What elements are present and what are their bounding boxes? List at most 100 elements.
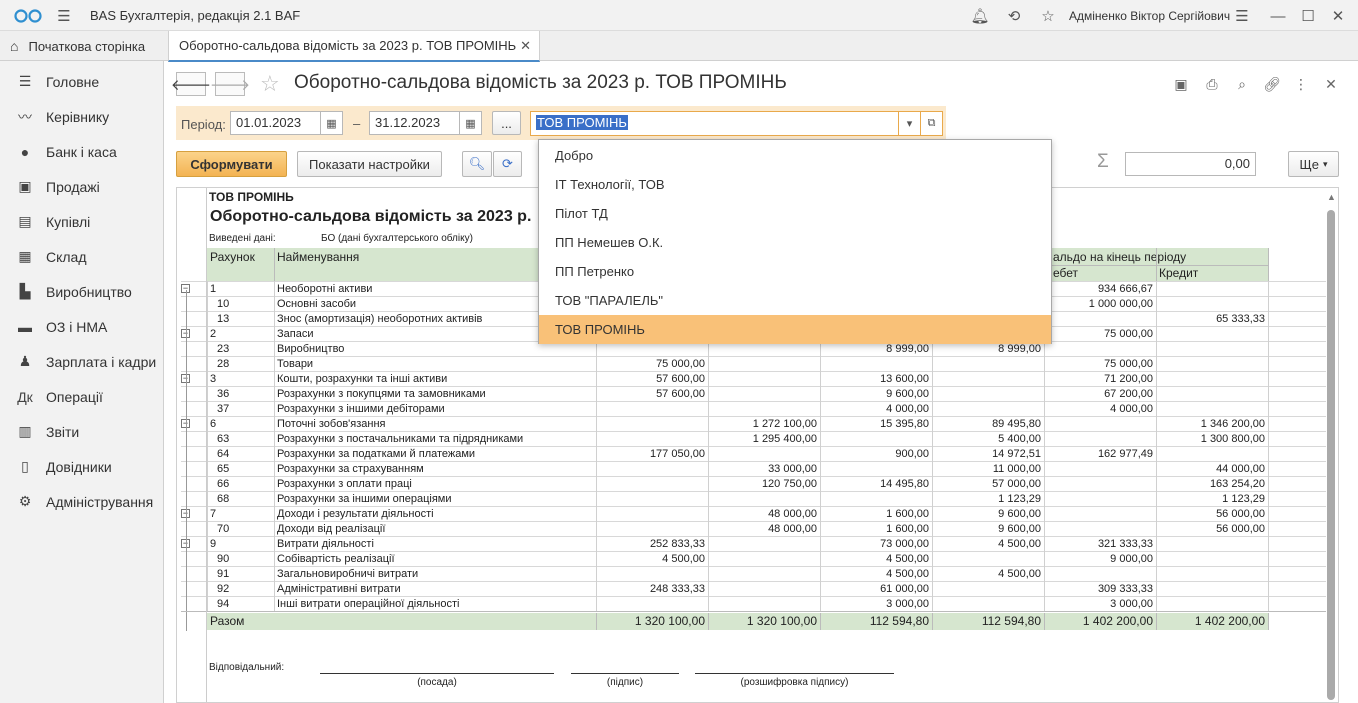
amount-cell (820, 432, 931, 446)
refresh-search-icon[interactable]: ⟳ (493, 151, 522, 177)
print-icon[interactable]: ⎙ (1202, 74, 1222, 94)
amount-cell (596, 477, 707, 491)
amount-cell: 4 500,00 (998, 568, 1041, 580)
dropdown-item-selected[interactable]: ТОВ ПРОМІНЬ (539, 315, 1051, 344)
page-title: Оборотно-сальдова відомість за 2023 р. Т… (294, 72, 787, 93)
header-divider (1268, 248, 1269, 281)
cart-icon: ▤ (18, 213, 32, 229)
amount-cell (596, 417, 707, 431)
tab-home[interactable]: ⌂ Початкова сторінка (0, 31, 164, 61)
scrollbar[interactable] (1327, 210, 1335, 700)
amount-cell: 3 000,00 (886, 598, 929, 610)
period-dash: – (353, 116, 361, 131)
sidebar-item-reports[interactable]: ▥ Звіти (0, 414, 163, 449)
account-code: 3 (210, 373, 217, 385)
close-window-icon[interactable]: ✕ (1328, 6, 1348, 26)
account-code: 23 (217, 343, 230, 355)
account-name: Виробництво (277, 343, 345, 355)
sidebar-item-purchases[interactable]: ▤ Купівлі (0, 204, 163, 239)
column-divider (708, 613, 709, 630)
user-name[interactable]: Адміненко Віктор Сергійович (1069, 9, 1230, 23)
amount-cell (1156, 387, 1267, 401)
dropdown-arrow-icon[interactable]: ▾ (899, 111, 921, 136)
sidebar-item-sales[interactable]: ▣ Продажі (0, 169, 163, 204)
tab-report[interactable]: Оборотно-сальдова відомість за 2023 р. Т… (168, 31, 540, 62)
column-divider (1268, 613, 1269, 630)
amount-cell (1156, 357, 1267, 371)
history-icon[interactable]: ⟲ (1004, 6, 1024, 26)
more-label: Ще (1299, 156, 1319, 172)
account-code: 90 (217, 553, 230, 565)
dropdown-item[interactable]: ІТ Технології, ТОВ (539, 170, 1051, 199)
save-icon[interactable]: ▣ (1171, 74, 1191, 94)
scroll-up-icon[interactable]: ▲ (1327, 192, 1336, 202)
bell-icon[interactable]: 🔔︎ (970, 6, 990, 26)
back-button[interactable]: 🡐 (171, 72, 211, 96)
forward-button[interactable]: 🡒 (210, 72, 250, 96)
favorite-star-icon[interactable]: ☆ (260, 71, 280, 97)
sidebar-item-main[interactable]: ☰ Головне (0, 64, 163, 99)
account-name: Розрахунки за податками й платежами (277, 448, 476, 460)
signature-line-name (695, 673, 894, 674)
account-code: 68 (217, 493, 230, 505)
amount-cell (932, 402, 1043, 416)
show-settings-button[interactable]: Показати настройки (297, 151, 442, 177)
generate-button[interactable]: Сформувати (176, 151, 287, 177)
sidebar-item-salary[interactable]: ♟ Зарплата і кадри (0, 344, 163, 379)
period-from-input[interactable]: 01.01.2023 (230, 111, 321, 135)
period-to-input[interactable]: 31.12.2023 (369, 111, 460, 135)
calendar-icon[interactable]: ▦ (321, 111, 343, 135)
open-item-icon[interactable]: ⧉ (921, 111, 943, 136)
total-amount: 1 402 200,00 (1082, 614, 1153, 628)
amount-cell (1044, 342, 1155, 356)
sidebar-item-warehouse[interactable]: ▦ Склад (0, 239, 163, 274)
header-divider (274, 248, 275, 281)
account-code: 65 (217, 463, 230, 475)
sig-name-caption: (розшифровка підпису) (740, 677, 849, 688)
sig-position-caption: (посада) (417, 677, 457, 688)
star-icon[interactable]: ☆ (1038, 6, 1058, 26)
close-form-icon[interactable]: ✕ (1321, 74, 1341, 94)
amount-cell: 56 000,00 (1216, 508, 1265, 520)
amount-cell (1156, 372, 1267, 386)
amount-cell: 33 000,00 (768, 463, 817, 475)
more-vertical-icon[interactable]: ⋮ (1291, 74, 1311, 94)
amount-cell (708, 597, 819, 611)
period-select-button[interactable]: ... (492, 111, 521, 135)
close-tab-icon[interactable]: ✕ (520, 38, 531, 54)
sidebar-item-manager[interactable]: 〰 Керівнику (0, 99, 163, 134)
sidebar-item-admin[interactable]: ⚙ Адміністрування (0, 484, 163, 519)
sidebar-item-bank[interactable]: ● Банк і каса (0, 134, 163, 169)
amount-cell: 48 000,00 (768, 523, 817, 535)
column-divider (820, 613, 821, 630)
amount-cell: 1 272 100,00 (752, 418, 817, 430)
organization-input[interactable]: ТОВ ПРОМІНЬ (530, 111, 899, 136)
minimize-icon[interactable]: — (1268, 6, 1288, 26)
total-label: Разом (210, 614, 245, 628)
more-button[interactable]: Ще ▾ (1288, 151, 1339, 177)
preview-icon[interactable]: ⌕ (1232, 74, 1252, 94)
amount-cell: 4 500,00 (662, 553, 705, 565)
calendar-icon[interactable]: ▦ (460, 111, 482, 135)
link-icon[interactable]: 🔗︎ (1262, 74, 1282, 94)
tree-guide-line (186, 290, 187, 631)
sidebar-item-catalogs[interactable]: ▯ Довідники (0, 449, 163, 484)
sidebar-item-production[interactable]: ▙ Виробництво (0, 274, 163, 309)
sidebar-item-assets[interactable]: ▬ ОЗ і НМА (0, 309, 163, 344)
title-bar: ☰ BAS Бухгалтерія, редакція 2.1 BAF 🔔︎ ⟲… (0, 0, 1358, 31)
header-divider (1044, 265, 1268, 266)
responsible-label: Відповідальний: (209, 662, 285, 673)
dropdown-item[interactable]: ТОВ "ПАРАЛЕЛЬ" (539, 286, 1051, 315)
account-code: 28 (217, 358, 230, 370)
dropdown-item[interactable]: Добро (539, 141, 1051, 170)
search-icon[interactable]: 🔍︎ (462, 151, 492, 177)
dropdown-item[interactable]: ПП Петренко (539, 257, 1051, 286)
amount-cell (820, 357, 931, 371)
dropdown-item[interactable]: Пілот ТД (539, 199, 1051, 228)
dropdown-item[interactable]: ПП Немешев О.К. (539, 228, 1051, 257)
sidebar-item-operations[interactable]: Дк Операції (0, 379, 163, 414)
maximize-icon[interactable]: ☐ (1298, 6, 1318, 26)
settings-menu-icon[interactable]: ☰ (1232, 6, 1252, 26)
main-menu-icon[interactable]: ☰ (54, 6, 74, 26)
amount-cell (596, 522, 707, 536)
